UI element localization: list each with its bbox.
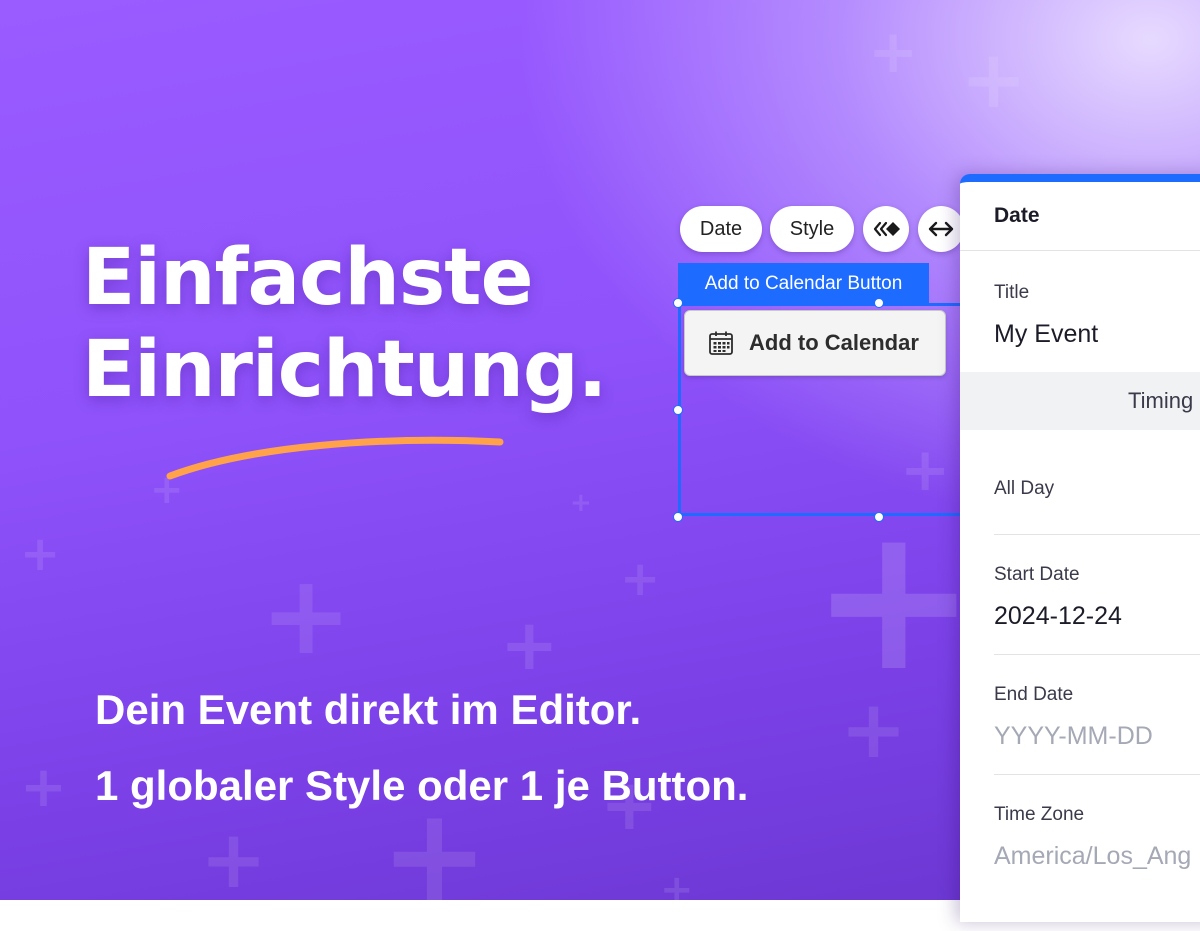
time-zone-label: Time Zone [994, 804, 1085, 825]
plus-decoration: + [500, 604, 559, 686]
time-zone-input[interactable]: America/Los_Ang [994, 842, 1191, 871]
title-field[interactable]: Title My Event [994, 282, 1098, 349]
style-button[interactable]: Style [770, 206, 854, 252]
end-date-field[interactable]: End Date YYYY-MM-DD [994, 684, 1153, 751]
start-date-input[interactable]: 2024-12-24 [994, 602, 1122, 631]
calendar-icon [709, 331, 733, 355]
timing-label: Timing [1128, 388, 1194, 413]
animation-button[interactable] [863, 206, 909, 252]
title-label: Title [994, 282, 1030, 303]
headline-line-2: Einrichtung. [82, 325, 607, 415]
plus-decoration: + [840, 683, 908, 776]
end-date-input[interactable]: YYYY-MM-DD [994, 722, 1153, 751]
divider [994, 654, 1200, 655]
time-zone-field[interactable]: Time Zone America/Los_Ang [994, 804, 1191, 871]
end-date-label: End Date [994, 684, 1074, 705]
selection-tag[interactable]: Add to Calendar Button [678, 263, 929, 305]
plus-decoration: + [868, 17, 919, 87]
timing-section-header[interactable]: Timing [960, 372, 1200, 430]
plus-decoration: + [200, 813, 268, 906]
resize-handle[interactable] [673, 405, 683, 415]
plus-decoration: + [960, 33, 1028, 126]
start-date-field[interactable]: Start Date 2024-12-24 [994, 564, 1122, 631]
stretch-button[interactable] [918, 206, 964, 252]
plus-decoration: + [20, 526, 61, 582]
panel-header: Date [960, 182, 1200, 251]
plus-decoration: + [260, 551, 353, 679]
resize-handle[interactable] [874, 298, 884, 308]
subline-1: Dein Event direkt im Editor. [95, 686, 642, 733]
divider [994, 534, 1200, 535]
plus-decoration: + [810, 483, 978, 716]
add-to-calendar-label: Add to Calendar [749, 330, 919, 355]
resize-handle[interactable] [673, 298, 683, 308]
resize-handle[interactable] [874, 512, 884, 522]
plus-decoration: + [20, 755, 67, 820]
settings-panel: Date Title My Event Timing All Day Start… [960, 174, 1200, 922]
headline-line-1: Einfachste [82, 233, 534, 323]
start-date-label: Start Date [994, 564, 1080, 585]
title-input[interactable]: My Event [994, 320, 1098, 349]
stretch-icon [928, 221, 954, 237]
subline-2: 1 globaler Style oder 1 je Button. [95, 762, 749, 809]
plus-decoration: + [620, 551, 661, 607]
all-day-label: All Day [994, 478, 1055, 499]
all-day-field[interactable]: All Day [994, 478, 1054, 500]
headline-underline [166, 436, 504, 480]
resize-handle[interactable] [673, 512, 683, 522]
animation-icon [873, 221, 900, 237]
divider [994, 774, 1200, 775]
plus-decoration: + [660, 867, 694, 913]
plus-decoration: + [570, 488, 592, 518]
date-button[interactable]: Date [680, 206, 762, 252]
headline: Einfachste Einrichtung. [82, 232, 607, 416]
add-to-calendar-button[interactable]: Add to Calendar [684, 310, 946, 376]
